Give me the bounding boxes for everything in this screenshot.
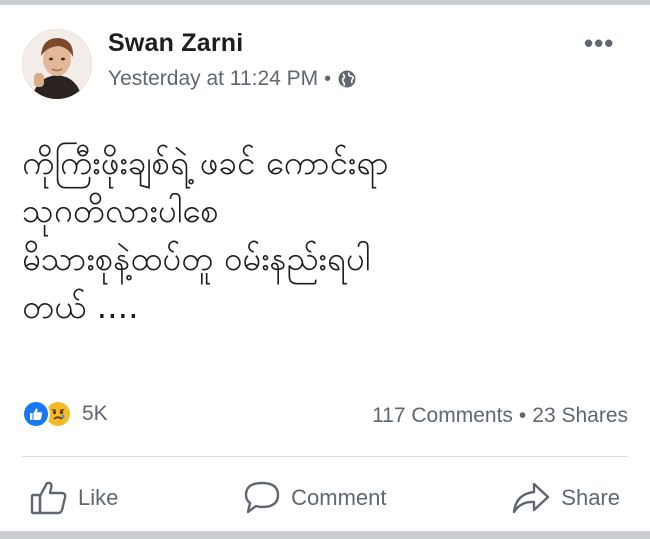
post-card: Swan Zarni Yesterday at 11:24 PM • ••• က… xyxy=(0,5,650,531)
frame-bottom-border xyxy=(0,531,650,539)
author-name[interactable]: Swan Zarni xyxy=(108,29,243,58)
comment-button-label: Comment xyxy=(291,485,387,510)
comment-button[interactable]: Comment xyxy=(235,474,394,522)
like-reaction-icon xyxy=(22,400,50,428)
thumbs-up-icon xyxy=(30,481,67,515)
shares-count[interactable]: 23 Shares xyxy=(532,404,628,428)
engagement-summary: 117 Comments • 23 Shares xyxy=(372,404,628,428)
post-text-line: မိသားစုနဲ့ထပ်တူ ဝမ်းနည်းရပါ xyxy=(22,239,371,278)
share-button-label: Share xyxy=(561,485,620,510)
like-button[interactable]: Like xyxy=(22,474,126,522)
reactions-summary[interactable]: 5K xyxy=(22,400,108,428)
post-text-line: သုဂတိလားပါစေ xyxy=(22,191,219,230)
post-text-line: ကိုကြီးဖိုးချစ်ရဲ့ ဖခင် ကောင်းရာ xyxy=(22,143,389,182)
meta-separator: • xyxy=(324,67,332,90)
comment-icon xyxy=(244,481,280,514)
avatar-image xyxy=(22,29,92,99)
share-button[interactable]: Share xyxy=(503,474,628,522)
globe-icon[interactable] xyxy=(337,69,357,89)
post-body-text: ကိုကြီးဖိုးချစ်ရဲ့ ဖခင် ကောင်းရာ သုဂတိလာ… xyxy=(22,139,622,331)
post-timestamp[interactable]: Yesterday at 11:24 PM xyxy=(108,67,318,91)
reaction-count: 5K xyxy=(82,402,108,425)
engagement-separator: • xyxy=(518,404,527,427)
avatar[interactable] xyxy=(22,29,92,99)
actions-divider xyxy=(22,456,628,457)
like-button-label: Like xyxy=(78,485,119,510)
more-options-icon[interactable]: ••• xyxy=(584,30,614,56)
share-arrow-icon xyxy=(513,482,550,514)
comments-count[interactable]: 117 Comments xyxy=(372,404,513,428)
post-meta: Yesterday at 11:24 PM • xyxy=(108,67,357,91)
post-actions-bar: Like Comment Share xyxy=(22,471,628,525)
post-text-line: တယ် .... xyxy=(22,287,139,326)
